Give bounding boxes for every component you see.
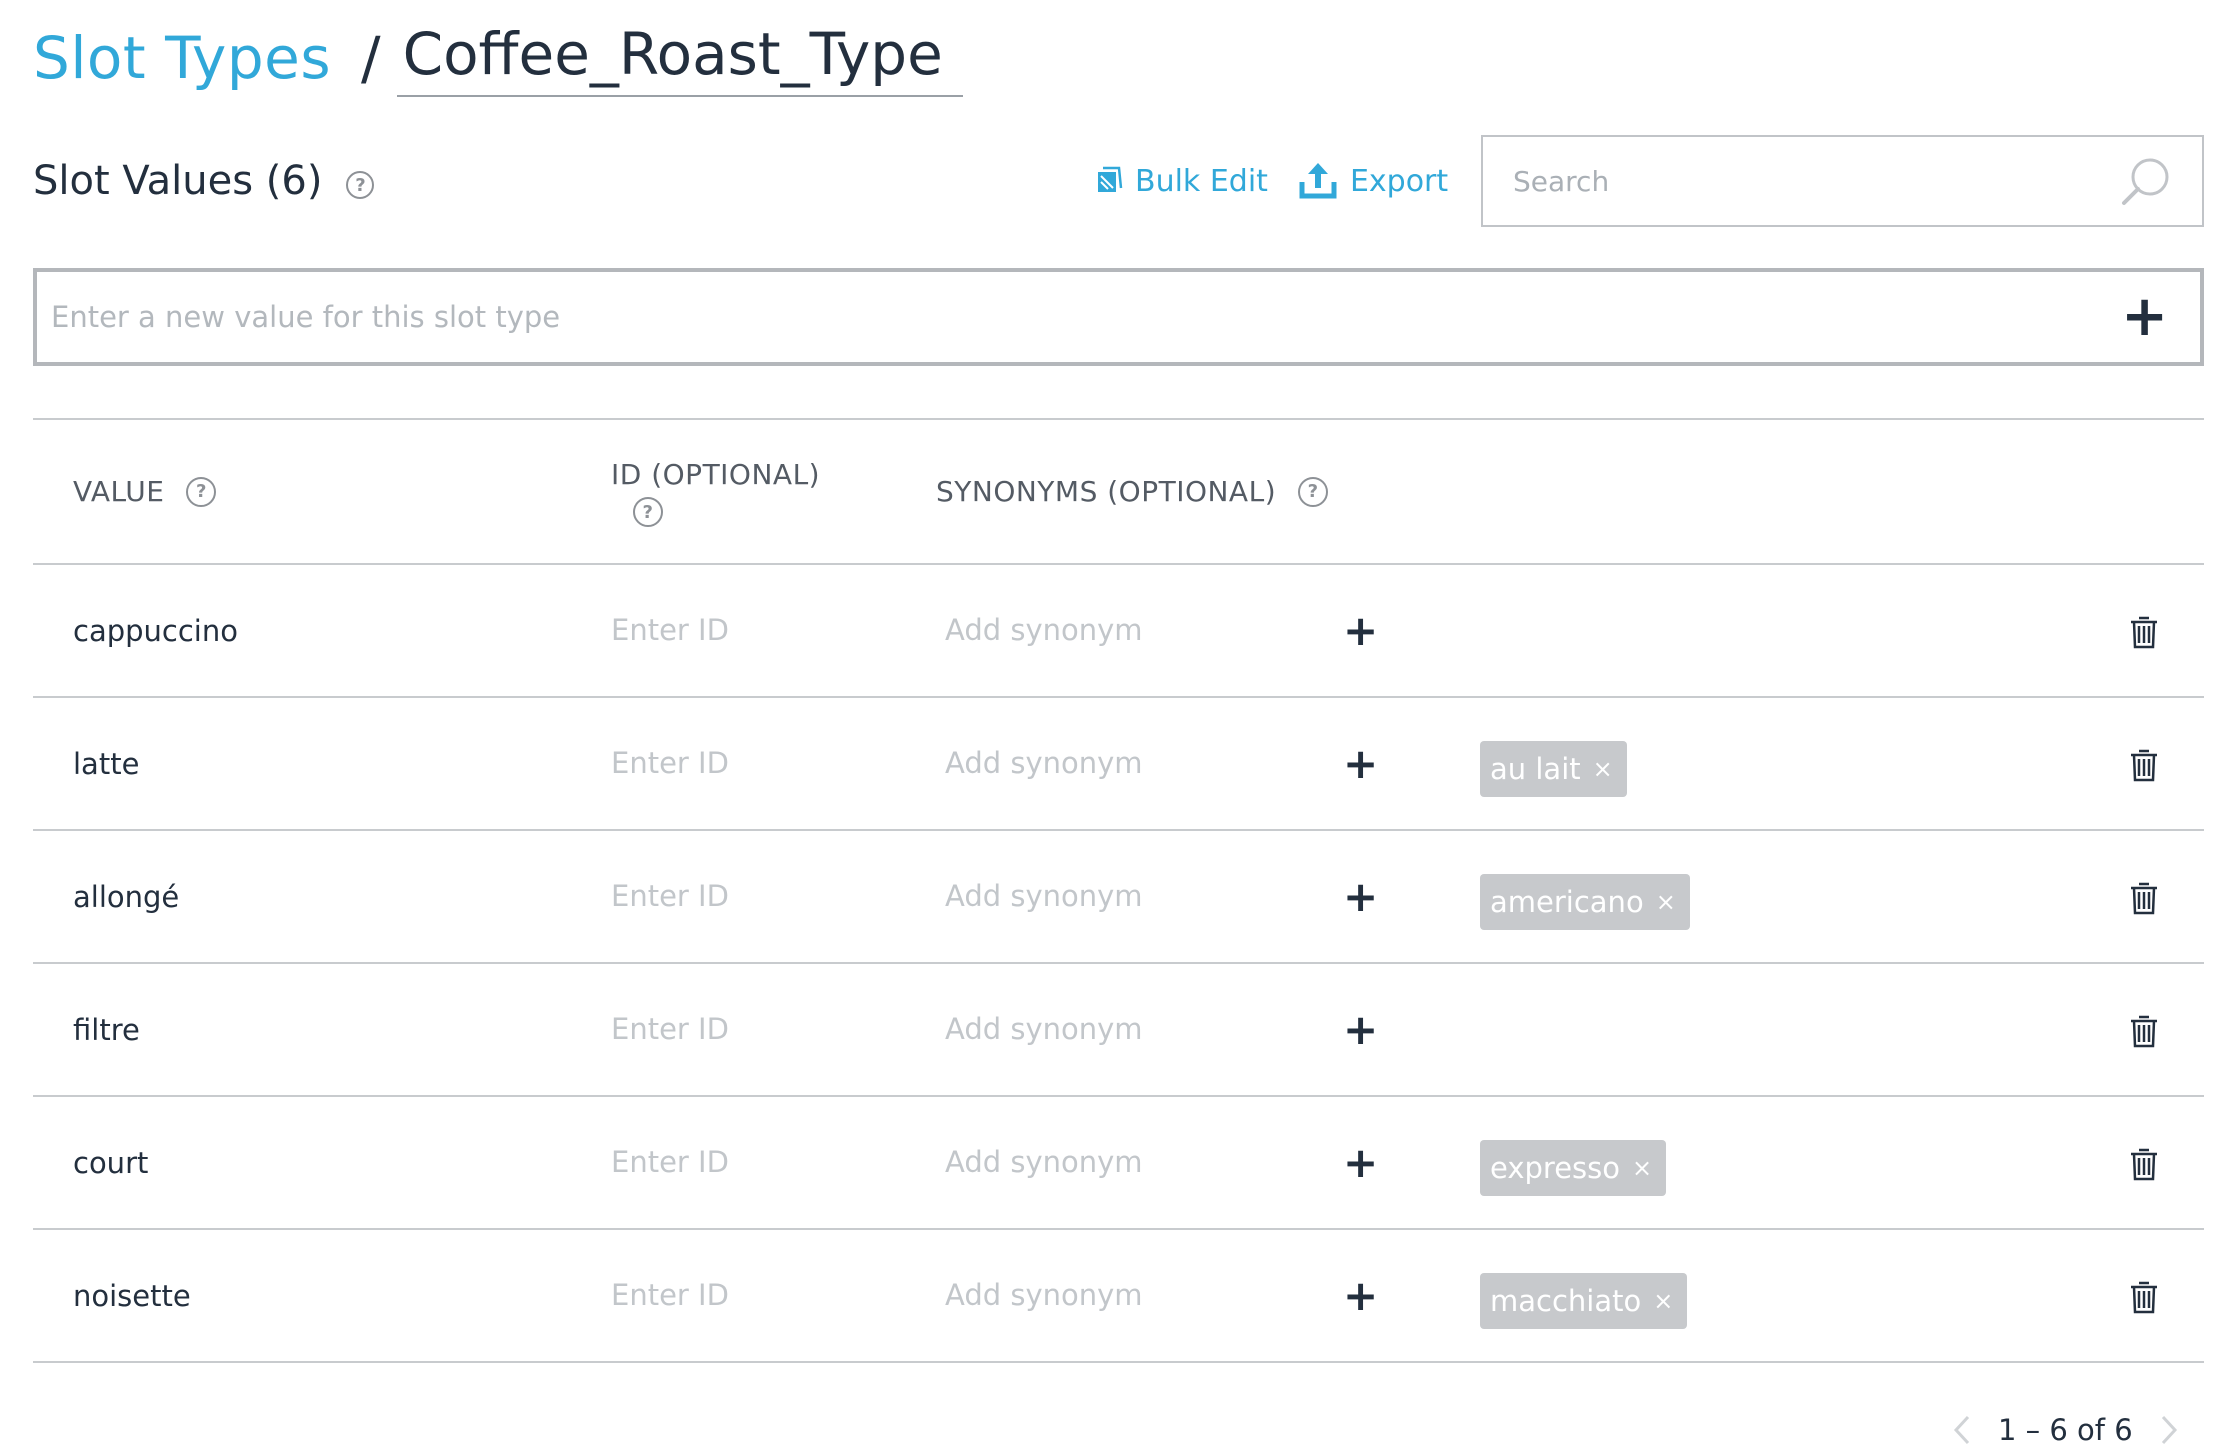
table-row: court + expresso ×	[33, 1097, 2204, 1230]
synonym-chip-label: expresso	[1490, 1151, 1620, 1185]
synonym-input[interactable]	[945, 1265, 1345, 1325]
id-input[interactable]	[611, 600, 901, 660]
pagination-label: 1 – 6 of 6	[1998, 1413, 2133, 1447]
breadcrumb: Slot Types / Coffee_Roast_Type	[33, 18, 963, 98]
add-synonym-button[interactable]: +	[1343, 964, 1378, 1095]
new-value-box: +	[33, 268, 2204, 366]
column-header-id-label: ID (OPTIONAL)	[611, 458, 821, 491]
id-input[interactable]	[611, 866, 901, 926]
slot-value: filtre	[73, 1012, 140, 1047]
trash-icon[interactable]	[2129, 615, 2159, 649]
trash-icon[interactable]	[2129, 748, 2159, 782]
synonym-input[interactable]	[945, 600, 1345, 660]
column-header-synonyms-label: SYNONYMS (OPTIONAL)	[936, 475, 1277, 508]
synonym-chip: macchiato ×	[1480, 1273, 1688, 1329]
synonym-input[interactable]	[945, 999, 1345, 1059]
add-synonym-button[interactable]: +	[1343, 1230, 1378, 1361]
synonym-chip-label: au lait	[1490, 752, 1581, 786]
synonym-chip: au lait ×	[1480, 741, 1627, 797]
slot-value: court	[73, 1145, 149, 1180]
export-label: Export	[1349, 163, 1449, 199]
trash-icon[interactable]	[2129, 1147, 2159, 1181]
remove-synonym-button[interactable]: ×	[1632, 1154, 1652, 1182]
add-synonym-button[interactable]: +	[1343, 831, 1378, 962]
help-icon[interactable]: ?	[633, 497, 663, 527]
table-row: noisette + macchiato ×	[33, 1230, 2204, 1363]
help-icon[interactable]: ?	[346, 171, 375, 199]
pagination: 1 – 6 of 6	[1950, 1410, 2181, 1450]
slot-values-table: VALUE ? ID (OPTIONAL) ? SYNONYMS (OPTION…	[33, 418, 2204, 1363]
add-synonym-button[interactable]: +	[1343, 1097, 1378, 1228]
id-input[interactable]	[611, 999, 901, 1059]
section-header: Slot Values (6) ?	[33, 150, 375, 212]
remove-synonym-button[interactable]: ×	[1656, 888, 1676, 916]
export-button[interactable]: Export	[1298, 162, 1448, 200]
slot-value: cappuccino	[73, 613, 238, 648]
chevron-right-icon[interactable]	[2157, 1413, 2181, 1447]
synonym-chip-label: americano	[1490, 885, 1644, 919]
slot-value: latte	[73, 746, 140, 781]
remove-synonym-button[interactable]: ×	[1653, 1287, 1673, 1315]
id-input[interactable]	[611, 733, 901, 793]
column-header-id: ID (OPTIONAL) ?	[611, 458, 820, 527]
trash-icon[interactable]	[2129, 1014, 2159, 1048]
slot-value: allongé	[73, 879, 180, 914]
bulk-edit-button[interactable]: Bulk Edit	[1095, 164, 1268, 199]
export-icon	[1299, 163, 1337, 199]
help-icon[interactable]: ?	[1298, 476, 1329, 507]
search-input[interactable]	[1513, 164, 2120, 198]
column-header-synonyms: SYNONYMS (OPTIONAL) ?	[936, 475, 1329, 508]
synonym-chip: expresso ×	[1480, 1140, 1667, 1196]
add-value-button[interactable]: +	[2121, 289, 2168, 345]
table-row: latte + au lait ×	[33, 698, 2204, 831]
search-icon[interactable]	[2120, 155, 2172, 207]
help-icon[interactable]: ?	[186, 476, 217, 507]
synonym-input[interactable]	[945, 1132, 1345, 1192]
trash-icon[interactable]	[2129, 881, 2159, 915]
synonym-input[interactable]	[945, 733, 1345, 793]
bulk-edit-icon	[1098, 166, 1123, 192]
slot-type-name-field[interactable]: Coffee_Roast_Type	[396, 19, 963, 97]
synonym-chip-label: macchiato	[1490, 1284, 1642, 1318]
slot-value: noisette	[73, 1278, 191, 1313]
table-row: allongé + americano ×	[33, 831, 2204, 964]
id-input[interactable]	[611, 1132, 901, 1192]
add-synonym-button[interactable]: +	[1343, 698, 1378, 829]
chevron-left-icon[interactable]	[1950, 1413, 1974, 1447]
id-input[interactable]	[611, 1265, 901, 1325]
trash-icon[interactable]	[2129, 1280, 2159, 1314]
column-header-value: VALUE ?	[73, 475, 217, 508]
remove-synonym-button[interactable]: ×	[1593, 755, 1613, 783]
section-title: Slot Values (6)	[33, 158, 323, 204]
synonym-chip: americano ×	[1480, 874, 1690, 930]
new-value-input[interactable]	[51, 300, 2122, 334]
toolbar: Bulk Edit Export	[1095, 158, 1448, 204]
column-header-value-label: VALUE	[73, 475, 165, 508]
table-row: cappuccino +	[33, 565, 2204, 698]
bulk-edit-label: Bulk Edit	[1135, 163, 1268, 199]
breadcrumb-separator: /	[361, 24, 381, 92]
table-row: filtre +	[33, 964, 2204, 1097]
synonym-input[interactable]	[945, 866, 1345, 926]
search-box	[1481, 135, 2204, 227]
breadcrumb-slot-types-link[interactable]: Slot Types	[33, 24, 331, 92]
add-synonym-button[interactable]: +	[1343, 565, 1378, 696]
table-header: VALUE ? ID (OPTIONAL) ? SYNONYMS (OPTION…	[33, 420, 2204, 565]
